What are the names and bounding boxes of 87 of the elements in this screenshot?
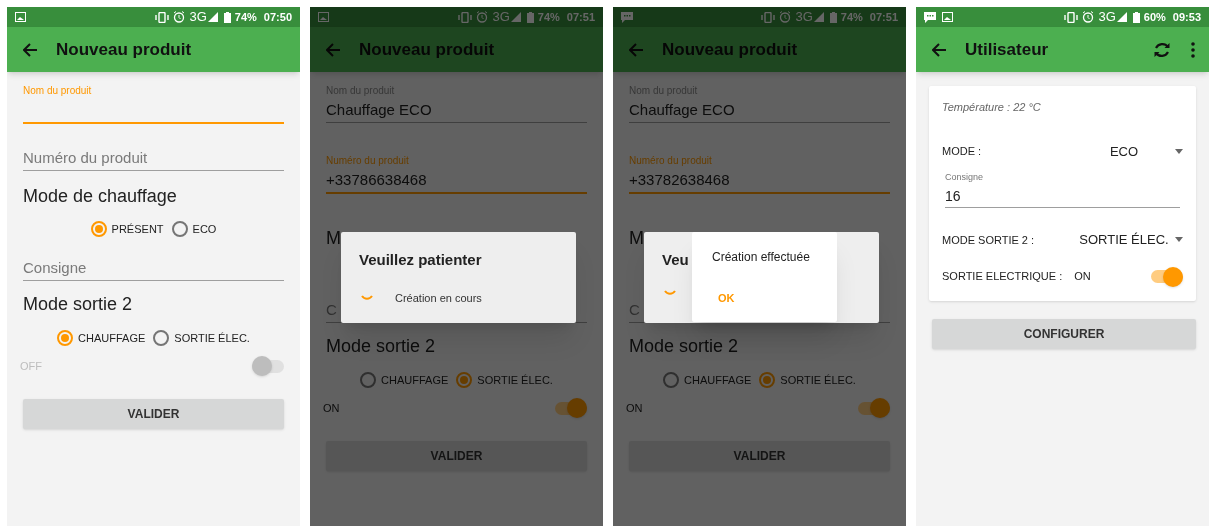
app-bar-title: Utilisateur [965,38,1050,61]
clock-time: 07:51 [869,9,898,25]
text-field[interactable]: Consigne 16 [945,171,1180,208]
battery-level: 74% [840,9,863,25]
alarm-icon [779,11,792,23]
section-heading: M [326,227,342,250]
clock-time: 07:50 [263,9,292,25]
network-type: 3G [492,8,510,27]
field-label: SORTIE ELECTRIQUE : [942,269,1063,285]
radio-option[interactable]: ECO [171,220,217,238]
clock-time: 07:51 [566,9,595,25]
message-icon [621,11,633,23]
text-field[interactable]: Numéro du produit [23,146,284,171]
text-field[interactable]: Numéro du produit +33786638468 [326,154,587,194]
battery-level: 60% [1143,9,1166,25]
toggle-switch[interactable] [858,398,890,418]
back-arrow-icon[interactable] [23,42,38,57]
section-heading: Mode sortie 2 [23,293,134,316]
toggle-switch[interactable] [555,398,587,418]
app-bar-title: Nouveau produit [662,38,799,61]
validate-button[interactable]: VALIDER [23,399,284,429]
text-field[interactable]: Nom du produit [23,84,284,124]
text-field[interactable]: Consigne [23,256,284,281]
radio-option[interactable]: PRÉSENT [90,220,164,238]
vibrate-icon [155,11,170,23]
configure-button[interactable]: CONFIGURER [932,318,1196,349]
vibrate-icon [1064,11,1079,23]
battery-icon [223,11,231,23]
signal-icon [207,12,218,22]
mode-dropdown[interactable]: ECO [1073,141,1183,161]
section-heading: Mode sortie 2 [326,335,437,358]
section-heading: Mode sortie 2 [629,335,740,358]
radio-option[interactable]: SORTIE ÉLEC. [759,371,856,389]
signal-icon [813,12,824,22]
image-icon [318,12,329,22]
battery-level: 74% [537,9,560,25]
alarm-icon [476,11,489,23]
battery-icon [526,11,534,23]
network-type: 3G [189,8,207,27]
dialog-message: Création en cours [395,291,482,306]
battery-icon [829,11,837,23]
dialog-message: Création effectuée [712,249,810,266]
validate-button[interactable]: VALIDER [629,441,890,471]
section-heading: M [629,227,645,250]
output-mode-dropdown[interactable]: SORTIE ÉLEC. [1073,230,1183,250]
vibrate-icon [458,11,473,23]
message-icon [924,11,936,23]
dialog-title: Veuillez patienter [359,250,482,270]
image-icon [15,12,26,22]
loading-spinner-icon [361,295,373,302]
field-label: MODE : [942,144,982,159]
dropdown-caret-icon [1175,237,1183,243]
refresh-icon[interactable] [1153,40,1171,59]
radio-option[interactable]: CHAUFFAGE [360,371,449,389]
toggle-switch[interactable] [252,356,284,376]
network-type: 3G [1098,8,1116,27]
radio-option[interactable]: CHAUFFAGE [663,371,752,389]
vibrate-icon [761,11,776,23]
switch-label: ON [626,400,643,416]
image-icon [942,12,953,22]
radio-option[interactable]: SORTIE ÉLEC. [456,371,553,389]
back-arrow-icon[interactable] [932,42,947,57]
validate-button[interactable]: VALIDER [326,441,587,471]
temperature-reading: Température : 22 °C [942,100,1042,115]
text-field[interactable]: Numéro du produit +33782638468 [629,154,890,194]
dialog-title: Veu [662,250,689,270]
app-bar-title: Nouveau produit [359,38,496,61]
signal-icon [1116,12,1127,22]
battery-icon [1132,11,1140,23]
alarm-icon [1082,11,1095,23]
loading-spinner-icon [664,290,676,296]
ok-button[interactable]: OK [718,290,735,307]
radio-option[interactable]: CHAUFFAGE [57,329,146,347]
network-type: 3G [795,8,813,27]
alarm-icon [173,11,186,23]
radio-option[interactable]: SORTIE ÉLEC. [153,329,250,347]
app-bar-title: Nouveau produit [56,38,193,61]
clock-time: 09:53 [1172,9,1201,25]
toggle-switch[interactable] [1151,266,1183,287]
more-options-icon[interactable] [1191,41,1195,58]
switch-label: ON [323,400,340,416]
switch-state: ON [1074,269,1092,285]
battery-level: 74% [234,9,257,25]
dropdown-caret-icon [1175,148,1183,154]
field-label: MODE SORTIE 2 : [942,232,1035,248]
signal-icon [510,12,521,22]
section-heading: Mode de chauffage [23,185,178,208]
